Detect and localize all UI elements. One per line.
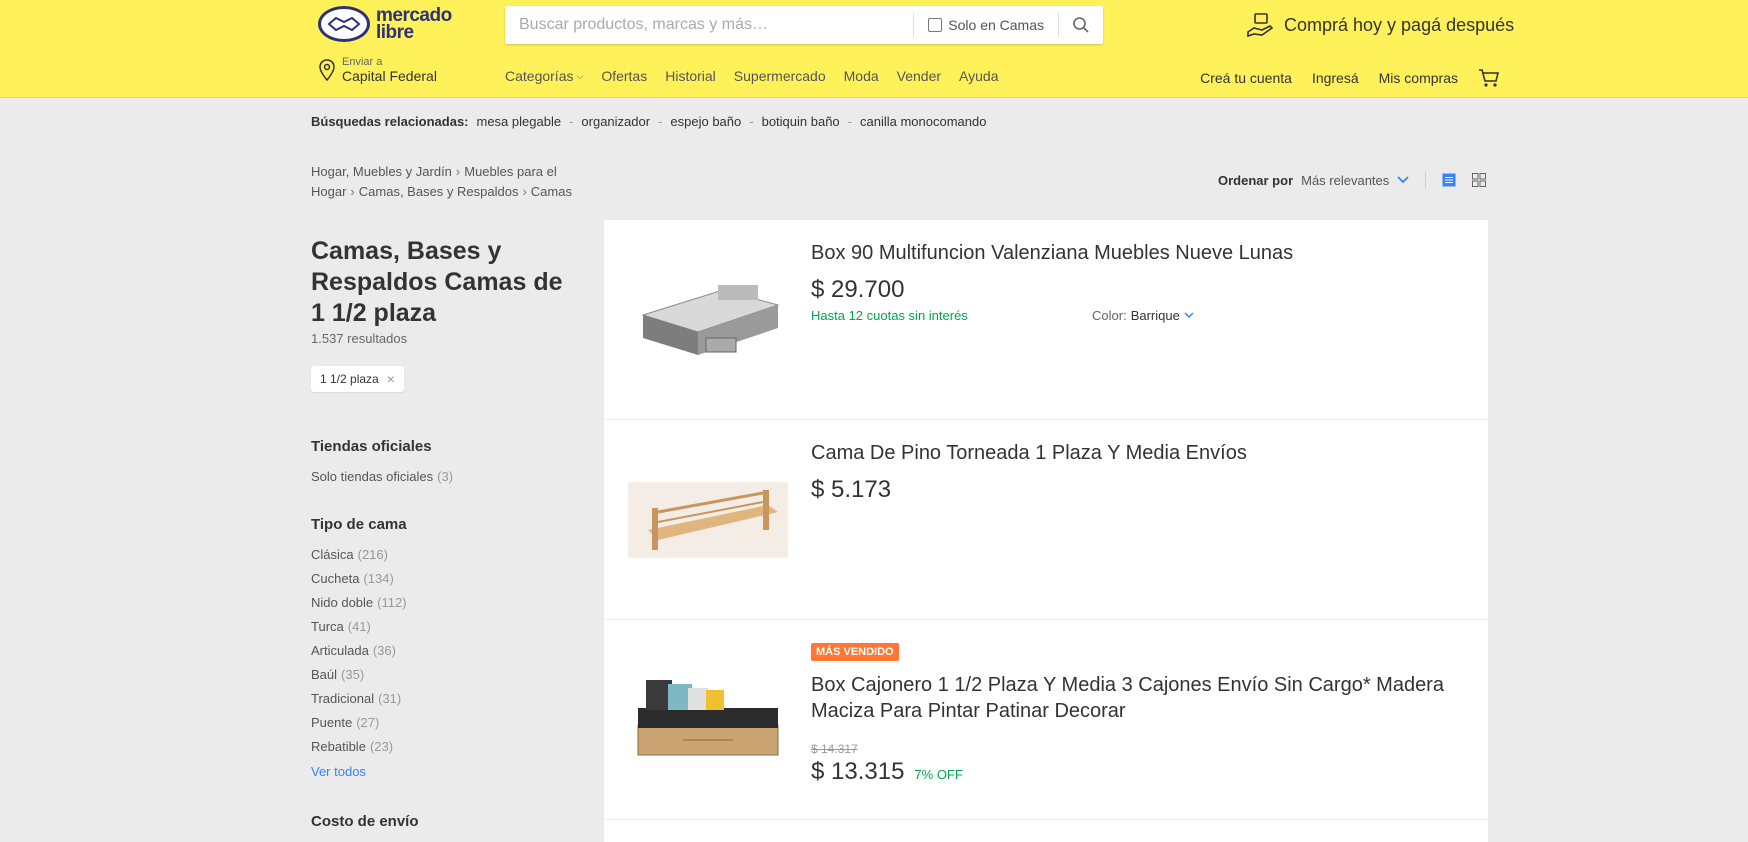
nav-item-ayuda[interactable]: Ayuda [959,68,998,84]
close-icon[interactable]: × [387,371,395,387]
related-search-link[interactable]: mesa plegable [477,114,562,129]
nav-item-ofertas[interactable]: Ofertas [601,68,647,84]
location-label: Enviar a [342,56,383,68]
search-button[interactable] [1059,7,1103,43]
header: mercado libre Solo en Camas Comprá hoy y… [0,0,1748,98]
promo-banner[interactable]: Comprá hoy y pagá después [1246,12,1514,38]
product-price: $ 29.700 [811,276,905,303]
breadcrumb: Hogar, Muebles y Jardín › Muebles para el … [311,162,591,202]
color-selector[interactable]: Color: Barrique [1092,308,1194,323]
page-title: Camas, Bases y Respaldos Camas de 1 1/2 … [311,237,563,327]
filter-option[interactable]: Cucheta (134) [311,567,407,591]
shipping-location[interactable]: Enviar a Capital Federal [318,56,437,84]
filter-option[interactable]: Puente (27) [311,711,407,735]
filter-option[interactable]: Nido doble (112) [311,591,407,615]
checkbox-icon[interactable] [928,18,943,32]
related-search-link[interactable]: organizador [581,114,650,129]
product-card[interactable]: Box 90 Multifuncion Valenziana Muebles N… [604,220,1488,420]
breadcrumb-item[interactable]: Camas [531,184,572,199]
chevron-right-icon: › [455,164,461,179]
chevron-right-icon: › [350,184,355,199]
product-image[interactable] [628,660,788,780]
filter-title-envio: Costo de envío [311,813,419,830]
nav-item-supermercado[interactable]: Supermercado [734,68,826,84]
search-bar: Solo en Camas [505,6,1103,44]
create-account-link[interactable]: Creá tu cuenta [1200,70,1292,86]
list-view-icon[interactable] [1442,173,1456,187]
nav-item-historial[interactable]: Historial [665,68,716,84]
installments-text: Hasta 12 cuotas sin interés [811,308,968,323]
related-search-link[interactable]: canilla monocomando [860,114,986,129]
breadcrumb-item[interactable]: Camas, Bases y Respaldos [359,184,519,199]
best-seller-badge: MÁS VENDIDO [811,643,899,661]
handshake-icon [318,6,370,42]
location-pin-icon [319,59,335,82]
ver-todos-link[interactable]: Ver todos [311,764,366,779]
filter-option[interactable]: Baúl (35) [311,663,407,687]
product-title[interactable]: Cama De Pino Torneada 1 Plaza Y Media En… [811,440,1451,466]
filter-option[interactable]: Articulada (36) [311,639,407,663]
product-title[interactable]: Box Cajonero 1 1/2 Plaza Y Media 3 Cajon… [811,672,1451,724]
filter-option[interactable]: Tradicional (31) [311,687,407,711]
chevron-down-icon [1184,312,1194,319]
sort-label: Ordenar por [1218,172,1294,188]
chevron-down-icon: ⌵ [576,70,584,81]
related-searches: Búsquedas relacionadas: mesa plegable - … [311,114,986,129]
separator: - [847,114,853,129]
nav-item-vender[interactable]: Vender [897,68,941,84]
nav-item-categorias[interactable]: Categorías ⌵ [505,68,583,84]
product-image[interactable] [628,260,788,380]
separator: - [658,114,663,129]
nav-item-moda[interactable]: Moda [844,68,879,84]
filter-option[interactable]: Clásica (216) [311,543,407,567]
related-searches-label: Búsquedas relacionadas: [311,114,469,129]
location-value: Capital Federal [342,68,437,84]
filter-list-tiendas: Solo tiendas oficiales (3) [311,465,453,489]
hand-money-icon [1247,13,1274,38]
product-list: Box 90 Multifuncion Valenziana Muebles N… [604,220,1488,842]
discount-label: 7% OFF [914,767,963,782]
search-input[interactable] [505,7,914,43]
filter-option[interactable]: Turca (41) [311,615,407,639]
separator: - [569,114,574,129]
product-title[interactable]: Box 90 Multifuncion Valenziana Muebles N… [811,240,1451,266]
my-purchases-link[interactable]: Mis compras [1379,70,1458,86]
divider [1425,172,1427,188]
product-card[interactable] [604,820,1488,842]
login-link[interactable]: Ingresá [1312,70,1359,86]
breadcrumb-item[interactable]: Hogar, Muebles y Jardín [311,164,452,179]
logo-text: mercado libre [376,5,452,43]
filter-title-tiendas: Tiendas oficiales [311,438,432,455]
sort-dropdown[interactable]: Más relevantes [1301,173,1389,188]
related-search-link[interactable]: botiquin baño [762,114,840,129]
product-price: $ 13.315 [811,758,905,785]
product-price: $ 5.173 [811,476,892,503]
filter-list-tipo: Clásica (216) Cucheta (134) Nido doble (112… [311,543,407,759]
account-nav: Creá tu cuenta Ingresá Mis compras [1200,68,1500,88]
chevron-right-icon: › [522,184,527,199]
product-image[interactable] [628,460,788,580]
search-icon [1073,17,1089,33]
product-card[interactable]: Cama De Pino Torneada 1 Plaza Y Media En… [604,420,1488,620]
filter-option[interactable]: Solo tiendas oficiales (3) [311,465,453,489]
separator: - [749,114,754,129]
product-card[interactable]: MÁS VENDIDO Box Cajonero 1 1/2 Plaza Y M… [604,620,1488,820]
search-scope-checkbox[interactable]: Solo en Camas [914,17,1058,33]
sort-bar: Ordenar por Más relevantes [1218,172,1487,188]
results-count: 1.537 resultados [311,331,408,346]
active-filter-chip[interactable]: 1 1/2 plaza × [311,366,404,392]
product-price-row: $ 13.315 7% OFF [811,758,963,786]
cart-icon[interactable] [1478,68,1500,88]
related-search-link[interactable]: espejo baño [670,114,741,129]
filter-option[interactable]: Rebatible (23) [311,735,407,759]
chevron-down-icon[interactable] [1397,176,1409,184]
filter-title-tipo: Tipo de cama [311,516,407,533]
main-nav: Categorías ⌵ Ofertas Historial Supermerca… [505,68,998,84]
mercado-libre-logo[interactable]: mercado libre [318,6,452,42]
old-price: $ 14.317 [811,742,858,756]
grid-view-icon[interactable] [1472,173,1487,187]
